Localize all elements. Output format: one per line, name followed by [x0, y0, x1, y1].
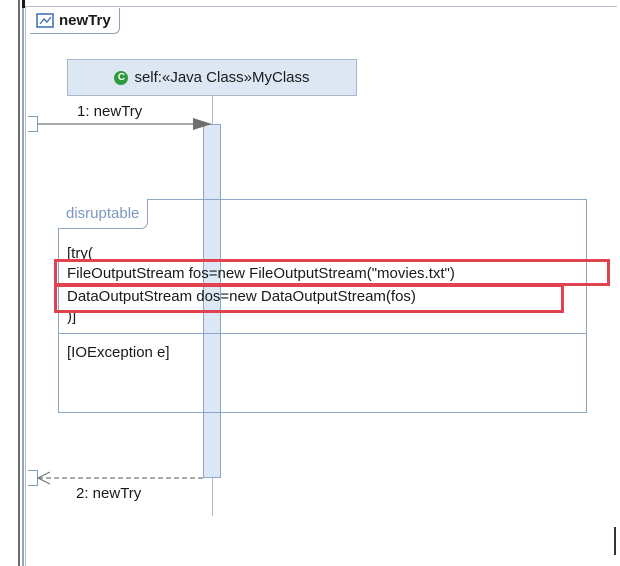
return-gate[interactable] — [28, 470, 38, 486]
operand-divider — [58, 333, 587, 334]
operand-2-guard: [IOException e] — [67, 344, 170, 361]
lifeline-line-top — [212, 96, 213, 124]
editor-left-border — [18, 0, 20, 566]
editor-gutter-line — [22, 0, 24, 566]
diagram-title: newTry — [59, 12, 111, 29]
java-class-icon: C — [114, 70, 129, 85]
sequence-diagram-icon — [36, 13, 54, 28]
lifeline-line-bottom — [212, 478, 213, 516]
fragment-operator-label: disruptable — [66, 205, 140, 222]
scroll-indicator — [614, 527, 616, 555]
diagram-frame-tab[interactable]: newTry — [30, 8, 120, 34]
fragment-operator-tab[interactable]: disruptable — [58, 199, 149, 229]
call-gate[interactable] — [28, 116, 38, 132]
highlight-box-fileoutputstream — [54, 259, 610, 286]
highlight-box-dataoutputstream — [54, 284, 564, 313]
return-message-label[interactable]: 2: newTry — [76, 485, 141, 502]
lifeline-header[interactable]: C self:«Java Class»MyClass — [67, 59, 357, 96]
call-message-label[interactable]: 1: newTry — [77, 103, 142, 120]
lifeline-label: self:«Java Class»MyClass — [134, 69, 310, 86]
